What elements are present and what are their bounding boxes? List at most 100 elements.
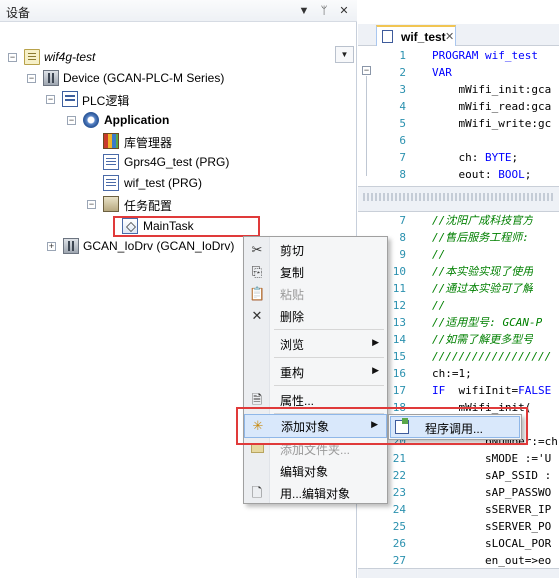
code-line[interactable]: PROGRAM wif_test [432, 47, 538, 64]
menu-item-edit-object-with[interactable]: 🗋 用...编辑对象 [244, 482, 387, 504]
scissors-icon: ✂ [251, 242, 263, 257]
code-line[interactable]: //售后服务工程师: [432, 229, 529, 246]
tree-item-wif-test[interactable]: wif_test (PRG) [124, 176, 202, 190]
editor-scrollbar[interactable] [358, 568, 559, 578]
context-menu: ✂ 剪切 ⎘ 复制 📋 粘贴 ✕ 删除 浏览 ▶ 重构 ▶ 🗎 属性... ✳ … [243, 236, 388, 504]
code-line[interactable]: sSERVER_IP [432, 501, 551, 518]
code-line[interactable]: eout: BOOL; [432, 166, 531, 183]
tree-dropdown-button[interactable]: ▼ [335, 46, 354, 63]
code-line[interactable]: //如需了解更多型号 [432, 331, 533, 348]
expander-icon[interactable]: − [67, 116, 76, 125]
menu-item-add-folder[interactable]: 添加文件夹... [244, 438, 387, 460]
expander-icon[interactable]: − [46, 95, 55, 104]
code-line[interactable]: // [432, 297, 445, 314]
code-line[interactable]: sSERVER_PO [432, 518, 551, 535]
editor-splitter[interactable] [358, 186, 559, 212]
code-line[interactable]: //适用型号: GCAN-P [432, 314, 542, 331]
menu-item-cut[interactable]: ✂ 剪切 [244, 239, 387, 261]
library-manager-icon [103, 133, 119, 149]
code-line[interactable]: ch:=1; [432, 365, 472, 382]
line-number: 26 [392, 537, 406, 550]
menu-separator [274, 329, 384, 330]
code-line[interactable]: mWifi_write:gc [432, 115, 551, 132]
menu-item-program-call[interactable]: 程序调用... [390, 416, 520, 438]
code-line[interactable]: mWifi_read:gca [432, 98, 551, 115]
tree-item-project[interactable]: wif4g-test [44, 50, 95, 64]
tree-item-gprs4g-test[interactable]: Gprs4G_test (PRG) [124, 155, 229, 169]
menu-item-copy[interactable]: ⎘ 复制 [244, 261, 387, 283]
tab-close-icon[interactable]: ✕ [445, 30, 454, 43]
line-number: 2 [399, 66, 406, 79]
code-line[interactable]: // [432, 246, 445, 263]
tree-item-device[interactable]: Device (GCAN-PLC-M Series) [63, 71, 224, 85]
tab-wif-test[interactable]: wif_test ✕ [376, 25, 456, 46]
fold-guide [366, 76, 367, 176]
io-driver-icon [63, 238, 79, 254]
expander-icon[interactable]: + [47, 242, 56, 251]
plc-logic-icon [62, 91, 78, 107]
code-line[interactable]: sAP_PASSWO [432, 484, 551, 501]
expander-icon[interactable]: − [8, 53, 17, 62]
device-pane-header: 设备 ▼ ᛘ ✕ [0, 0, 357, 22]
tree-item-plc-logic[interactable]: PLC逻辑 [82, 92, 129, 109]
line-number: 7 [399, 151, 406, 164]
tree-item-application[interactable]: Application [104, 113, 169, 127]
code-line[interactable]: //通过本实验可了解 [432, 280, 533, 297]
menu-label: 浏览 [280, 338, 305, 352]
submenu-arrow-icon: ▶ [372, 365, 379, 375]
device-icon [43, 70, 59, 86]
menu-label: 粘贴 [280, 288, 305, 302]
menu-item-browse[interactable]: 浏览 ▶ [244, 333, 387, 355]
menu-label: 添加文件夹... [280, 443, 351, 457]
tree-item-library-manager[interactable]: 库管理器 [124, 134, 172, 151]
code-line[interactable]: en_out=>eo [432, 552, 551, 569]
tree-item-gcan-iodrv[interactable]: GCAN_IoDrv (GCAN_IoDrv) [83, 239, 234, 253]
fold-collapse-icon[interactable]: − [362, 66, 371, 75]
menu-label: 编辑对象 [280, 465, 329, 479]
device-pane-title: 设备 [6, 6, 31, 20]
menu-label: 属性... [280, 394, 315, 408]
edit-with-icon: 🗋 [251, 485, 263, 500]
menu-label: 用...编辑对象 [280, 487, 351, 501]
code-line[interactable]: VAR [432, 64, 452, 81]
project-icon [24, 49, 40, 65]
tree-item-task-config[interactable]: 任务配置 [124, 197, 172, 214]
expander-icon[interactable]: − [27, 74, 36, 83]
menu-separator [274, 357, 384, 358]
pane-menu-dropdown-icon[interactable]: ▼ [296, 3, 312, 19]
menu-item-delete[interactable]: ✕ 删除 [244, 305, 387, 327]
menu-label: 删除 [280, 310, 305, 324]
close-icon[interactable]: ✕ [336, 3, 352, 19]
program-icon [103, 175, 119, 191]
menu-item-refactor[interactable]: 重构 ▶ [244, 361, 387, 383]
code-line[interactable]: sLOCAL_POR [432, 535, 551, 552]
code-line[interactable]: //本实验实现了使用 [432, 263, 533, 280]
code-line[interactable]: ch: BYTE; [432, 149, 518, 166]
pin-icon[interactable]: ᛘ [316, 3, 332, 19]
add-object-submenu: 程序调用... [388, 414, 522, 440]
menu-item-add-object[interactable]: ✳ 添加对象 ▶ [244, 414, 387, 438]
menu-label: 剪切 [280, 244, 305, 258]
menu-item-paste[interactable]: 📋 粘贴 [244, 283, 387, 305]
code-line[interactable]: sMODE :='U [432, 450, 551, 467]
code-line[interactable]: //沈阳广成科技官方 [432, 212, 533, 229]
code-line[interactable]: IF wifiInit=FALSE [432, 382, 551, 399]
code-line[interactable]: sAP_SSID : [432, 467, 551, 484]
menu-item-properties[interactable]: 🗎 属性... [244, 389, 387, 411]
delete-icon: ✕ [251, 308, 263, 323]
menu-label: 程序调用... [425, 422, 484, 436]
menu-item-edit-object[interactable]: 编辑对象 [244, 460, 387, 482]
menu-label: 重构 [280, 366, 305, 380]
expander-icon[interactable]: − [87, 200, 96, 209]
program-icon [382, 30, 393, 43]
line-number: 27 [392, 554, 406, 567]
code-line[interactable]: ////////////////// [432, 348, 551, 365]
code-line[interactable]: mWifi_init:gca [432, 81, 551, 98]
paste-icon: 📋 [249, 286, 266, 301]
program-call-icon [395, 418, 409, 434]
line-number: 6 [399, 134, 406, 147]
copy-icon: ⎘ [251, 264, 263, 279]
submenu-arrow-icon: ▶ [372, 337, 379, 347]
folder-icon [249, 441, 265, 457]
submenu-arrow-icon: ▶ [371, 419, 378, 429]
